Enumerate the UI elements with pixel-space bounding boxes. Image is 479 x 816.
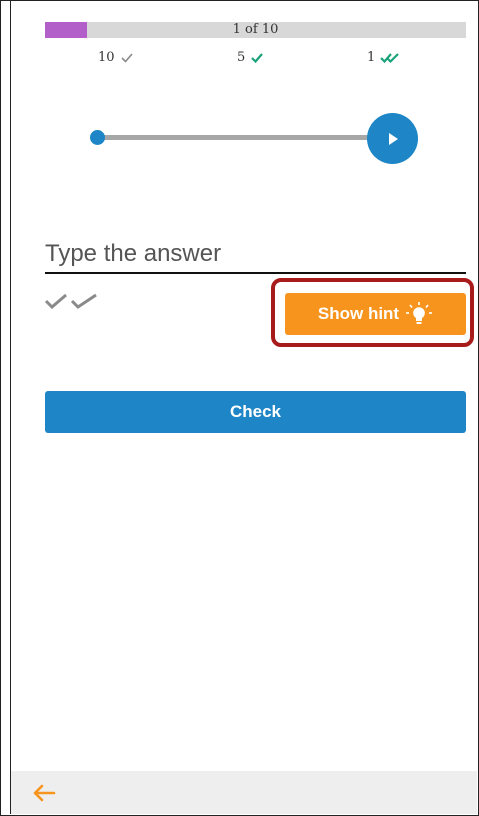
stat-correct-count: 5	[237, 50, 246, 65]
lightbulb-icon	[406, 302, 433, 324]
stat-seen-count: 10	[98, 50, 115, 65]
double-check-icon	[44, 293, 97, 310]
check-button[interactable]: Check	[45, 391, 466, 433]
progress-label: 1 of 10	[232, 22, 279, 37]
play-button[interactable]	[367, 113, 418, 164]
show-hint-button[interactable]: Show hint	[285, 293, 466, 335]
check-icon	[120, 53, 133, 63]
window-edge	[10, 0, 11, 814]
bottom-bar	[11, 771, 477, 814]
double-check-icon	[380, 53, 400, 64]
answer-input[interactable]	[45, 236, 466, 274]
stat-correct: 5	[237, 49, 264, 67]
audio-scrubber-handle[interactable]	[90, 130, 105, 145]
stat-mastered: 1	[367, 49, 400, 67]
play-icon	[388, 132, 398, 145]
check-icon	[251, 53, 264, 64]
audio-scrubber-track[interactable]	[97, 135, 375, 140]
stat-seen: 10	[98, 49, 134, 67]
show-hint-label: Show hint	[317, 304, 400, 323]
arrow-left-icon[interactable]	[32, 784, 56, 802]
stat-mastered-count: 1	[367, 50, 376, 65]
attempt-indicator	[44, 293, 100, 314]
progress-bar: 1 of 10	[45, 22, 466, 38]
check-button-label: Check	[229, 402, 282, 421]
